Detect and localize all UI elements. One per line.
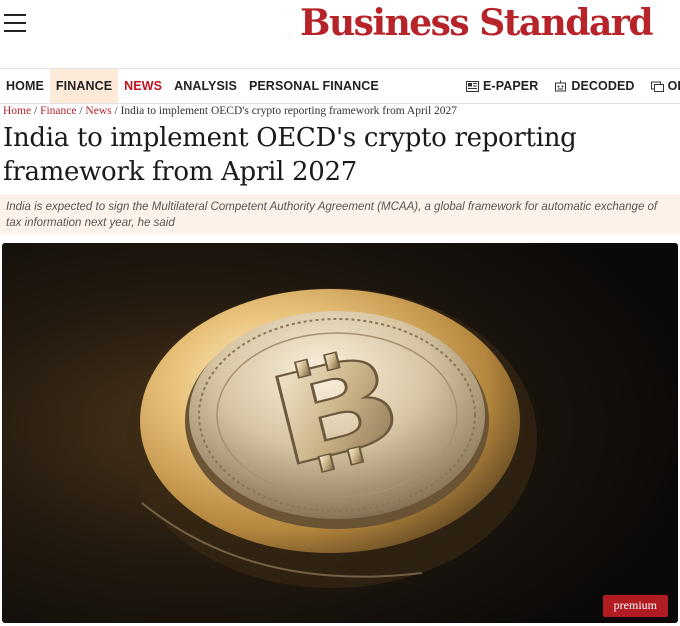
nav-item-home[interactable]: HOME [0,69,50,103]
site-logo[interactable]: Business Standard [300,2,653,44]
article-headline: India to implement OECD's crypto reporti… [3,123,577,187]
bitcoin-coin-image: B [2,243,678,623]
newspaper-icon [466,80,479,92]
decoded-icon [555,80,567,91]
nav-item-epaper[interactable]: E-PAPER [458,69,546,103]
breadcrumb-home[interactable]: Home [3,105,31,117]
breadcrumb-separator: / [33,105,38,117]
breadcrumb-separator: / [79,105,83,117]
nav-item-epaper-label: E-PAPER [483,79,539,93]
nav-item-opinion[interactable]: OPINI [643,69,680,103]
article-hero-image: B premium [2,243,678,623]
premium-badge[interactable]: premium [602,595,668,617]
nav-item-personal-finance[interactable]: PERSONAL FINANCE [243,69,385,103]
breadcrumb-separator: / [114,105,118,117]
nav-item-news[interactable]: NEWS [118,69,168,103]
nav-item-finance[interactable]: FINANCE [49,69,119,103]
hamburger-menu-icon[interactable] [4,14,26,34]
breadcrumb: Home / Finance / News / India to impleme… [3,105,457,117]
nav-item-decoded-label: DECODED [571,79,635,93]
breadcrumb-finance[interactable]: Finance [40,105,76,117]
opinion-icon [650,81,664,92]
nav-item-analysis[interactable]: ANALYSIS [168,69,243,103]
site-header: Business Standard [0,0,680,68]
breadcrumb-current: India to implement OECD's crypto reporti… [120,105,458,117]
nav-item-opinion-label: OPINI [667,79,680,93]
breadcrumb-news[interactable]: News [85,105,111,117]
main-nav: HOME FINANCE NEWS ANALYSIS PERSONAL FINA… [0,68,680,104]
article-summary: India is expected to sign the Multilater… [0,194,680,234]
nav-right-group: E-PAPER DECODED OPINI [458,69,680,103]
nav-item-decoded[interactable]: DECODED [546,69,642,103]
